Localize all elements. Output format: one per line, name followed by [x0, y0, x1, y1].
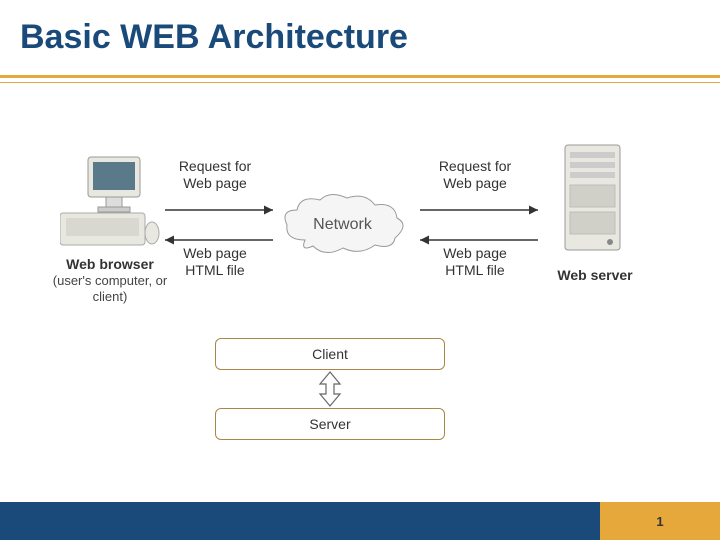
server-box-label: Server: [309, 416, 350, 432]
browser-node: Web browser (user's computer, or client): [50, 155, 170, 304]
response-right-label: Web page HTML file: [425, 245, 525, 279]
bidirectional-arrow-icon: [310, 370, 350, 408]
browser-label: Web browser: [50, 256, 170, 272]
page-number: 1: [600, 502, 720, 540]
slide-title: Basic WEB Architecture: [0, 0, 720, 57]
server-tower-icon: [555, 140, 635, 260]
client-box: Client: [215, 338, 445, 370]
network-node: Network: [275, 190, 410, 260]
server-label: Web server: [545, 267, 645, 283]
browser-sublabel: (user's computer, or client): [53, 273, 167, 304]
network-label: Network: [275, 190, 410, 260]
client-box-label: Client: [312, 346, 348, 362]
request-left-label: Request for Web page: [165, 158, 265, 192]
footer-bar: [0, 502, 600, 540]
request-right-label: Request for Web page: [425, 158, 525, 192]
architecture-diagram: Web browser (user's computer, or client)…: [0, 120, 720, 460]
title-divider: [0, 75, 720, 83]
desktop-computer-icon: [60, 155, 160, 247]
slide-footer: 1: [0, 502, 720, 540]
server-node: Web server: [545, 140, 645, 283]
response-left-label: Web page HTML file: [165, 245, 265, 279]
server-box: Server: [215, 408, 445, 440]
